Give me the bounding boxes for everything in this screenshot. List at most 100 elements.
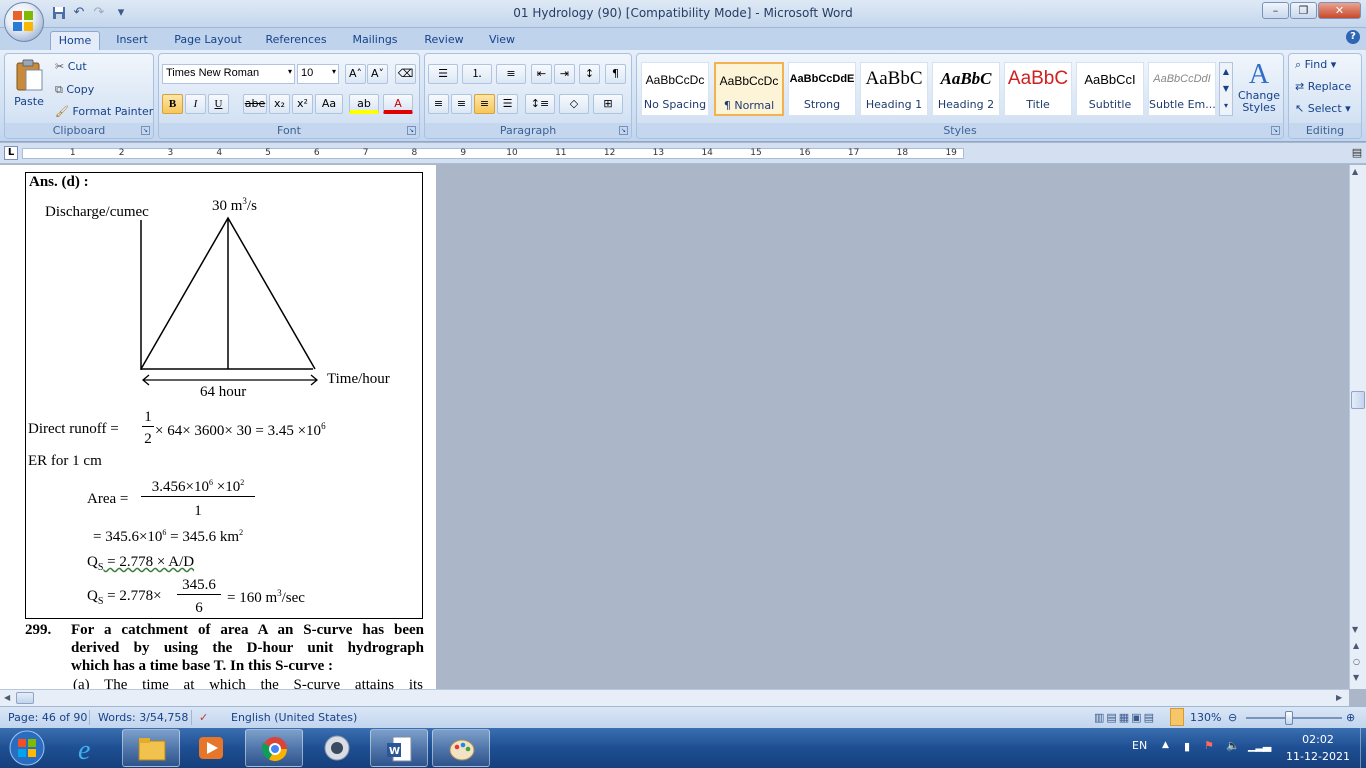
style-heading-2[interactable]: AaBbC Heading 2 — [932, 62, 1000, 116]
sort-icon[interactable]: ↕ — [579, 64, 600, 84]
subscript-button[interactable]: x₂ — [269, 94, 290, 114]
justify-icon[interactable]: ☰ — [497, 94, 518, 114]
strikethrough-button[interactable]: abe — [243, 94, 267, 114]
font-family-select[interactable]: Times New Roman ▾ — [162, 64, 295, 84]
taskbar-media-player[interactable] — [182, 729, 240, 767]
view-buttons-icon[interactable]: ▥▤▦▣▤ — [1094, 711, 1156, 724]
increase-indent-icon[interactable]: ⇥ — [554, 64, 575, 84]
decrease-indent-icon[interactable]: ⇤ — [531, 64, 552, 84]
style-subtitle[interactable]: AaBbCcI Subtitle — [1076, 62, 1144, 116]
shading-icon[interactable]: ◇ — [559, 94, 589, 114]
battery-icon[interactable]: ▮ — [1184, 740, 1190, 753]
horizontal-scrollbar[interactable]: ◀ ▶ — [0, 689, 1349, 706]
change-case-button[interactable]: Aa — [315, 94, 343, 114]
taskbar-internet-explorer[interactable]: e — [60, 729, 118, 767]
italic-button[interactable]: I — [185, 94, 206, 114]
zoom-in-icon[interactable]: ⊕ — [1346, 711, 1355, 724]
windows-start-icon[interactable] — [8, 730, 46, 766]
bold-button[interactable]: B — [162, 94, 183, 114]
replace-button[interactable]: ⇄ Replace — [1295, 80, 1351, 93]
tab-page-layout[interactable]: Page Layout — [168, 31, 248, 51]
clipboard-launcher-icon[interactable]: ↘ — [141, 126, 150, 135]
underline-button[interactable]: U — [208, 94, 229, 114]
align-left-icon[interactable]: ≡ — [428, 94, 449, 114]
font-color-button[interactable]: A — [383, 94, 413, 114]
proofing-icon[interactable]: ✓ — [199, 711, 208, 724]
clock-date[interactable]: 11-12-2021 — [1282, 750, 1354, 763]
volume-icon[interactable]: 🔈 — [1226, 739, 1240, 752]
align-right-icon[interactable]: ≡ — [474, 94, 495, 114]
cut-button[interactable]: ✂ Cut — [55, 60, 87, 73]
hscroll-thumb[interactable] — [16, 692, 34, 704]
taskbar-itunes[interactable] — [308, 729, 366, 767]
network-icon[interactable]: ⚑ — [1204, 739, 1214, 752]
language-indicator[interactable]: English (United States) — [231, 711, 357, 724]
minimize-button[interactable]: – — [1262, 2, 1289, 19]
page-count[interactable]: Page: 46 of 90 — [8, 711, 87, 724]
zoom-slider[interactable] — [1246, 717, 1342, 719]
previous-page-icon[interactable]: ▲ — [1353, 641, 1359, 650]
style-heading-1[interactable]: AaBbC Heading 1 — [860, 62, 928, 116]
clock-time[interactable]: 02:02 — [1292, 733, 1344, 746]
browse-object-icon[interactable]: ○ — [1353, 657, 1360, 666]
taskbar-paint[interactable] — [432, 729, 490, 767]
highlight-button[interactable]: ab — [349, 94, 379, 114]
grow-font-button[interactable]: A˄ — [345, 64, 366, 84]
bullets-icon[interactable]: ☰ — [428, 64, 458, 84]
scroll-thumb[interactable] — [1351, 391, 1365, 409]
font-launcher-icon[interactable]: ↘ — [407, 126, 416, 135]
styles-scroll-icon[interactable]: ▲ ▼ ▾ — [1219, 62, 1233, 116]
taskbar-word[interactable]: W — [370, 729, 428, 767]
align-center-icon[interactable]: ≡ — [451, 94, 472, 114]
tab-view[interactable]: View — [482, 31, 522, 51]
signal-icon[interactable]: ▁▂▃ — [1248, 739, 1271, 752]
scroll-up-icon[interactable]: ▲ — [1352, 167, 1358, 176]
tab-references[interactable]: References — [258, 31, 334, 51]
show-desktop-button[interactable] — [1360, 728, 1366, 768]
zoom-out-icon[interactable]: ⊖ — [1228, 711, 1237, 724]
restore-button[interactable]: ❐ — [1290, 2, 1317, 19]
style-no-spacing[interactable]: AaBbCcDc No Spacing — [641, 62, 709, 116]
view-ruler-icon[interactable]: ▤ — [1350, 146, 1364, 160]
tab-selector[interactable]: L — [4, 146, 18, 160]
select-button[interactable]: ↖ Select ▾ — [1295, 102, 1351, 115]
format-painter-button[interactable]: 🖌 Format Painter — [55, 105, 153, 118]
shrink-font-button[interactable]: A˅ — [367, 64, 388, 84]
tab-home[interactable]: Home — [50, 31, 100, 51]
paragraph-launcher-icon[interactable]: ↘ — [619, 126, 628, 135]
clear-formatting-icon[interactable]: ⌫ — [395, 64, 416, 84]
superscript-button[interactable]: x² — [292, 94, 313, 114]
tab-insert[interactable]: Insert — [108, 31, 156, 51]
show-hidden-icons-icon[interactable]: ▲ — [1162, 740, 1169, 750]
copy-button[interactable]: ⧉ Copy — [55, 83, 94, 97]
tab-review[interactable]: Review — [418, 31, 470, 51]
scroll-left-icon[interactable]: ◀ — [4, 693, 10, 702]
taskbar-chrome[interactable] — [245, 729, 303, 767]
input-language[interactable]: EN — [1132, 739, 1147, 752]
zoom-slider-thumb[interactable] — [1285, 711, 1294, 725]
numbering-icon[interactable]: ⒈ — [462, 64, 492, 84]
vertical-scrollbar[interactable]: ▲ ▼ ▲ ○ ▼ — [1349, 165, 1366, 689]
scroll-down-icon[interactable]: ▼ — [1352, 625, 1358, 634]
tab-mailings[interactable]: Mailings — [344, 31, 406, 51]
scroll-right-icon[interactable]: ▶ — [1336, 693, 1342, 702]
zoom-level[interactable]: 130% — [1190, 711, 1221, 724]
change-styles-button[interactable]: A Change Styles — [1237, 60, 1281, 114]
help-icon[interactable]: ? — [1346, 30, 1360, 44]
next-page-icon[interactable]: ▼ — [1353, 673, 1359, 682]
style-title[interactable]: AaBbC Title — [1004, 62, 1072, 116]
style-strong[interactable]: AaBbCcDdE Strong — [788, 62, 856, 116]
style-normal[interactable]: AaBbCcDc ¶ Normal — [714, 62, 784, 116]
multilevel-list-icon[interactable]: ≡ — [496, 64, 526, 84]
taskbar-file-explorer[interactable] — [122, 729, 180, 767]
show-marks-button[interactable]: ¶ — [605, 64, 626, 84]
line-spacing-icon[interactable]: ↕≡ — [525, 94, 555, 114]
style-subtle-emphasis[interactable]: AaBbCcDdI Subtle Em... — [1148, 62, 1216, 116]
styles-launcher-icon[interactable]: ↘ — [1271, 126, 1280, 135]
word-count[interactable]: Words: 3/54,758 — [98, 711, 188, 724]
close-button[interactable]: ✕ — [1318, 2, 1361, 19]
borders-icon[interactable]: ⊞ — [593, 94, 623, 114]
font-size-select[interactable]: 10 ▾ — [297, 64, 339, 84]
find-button[interactable]: ⌕ Find ▾ — [1295, 58, 1336, 72]
paste-button[interactable]: Paste — [9, 58, 49, 118]
